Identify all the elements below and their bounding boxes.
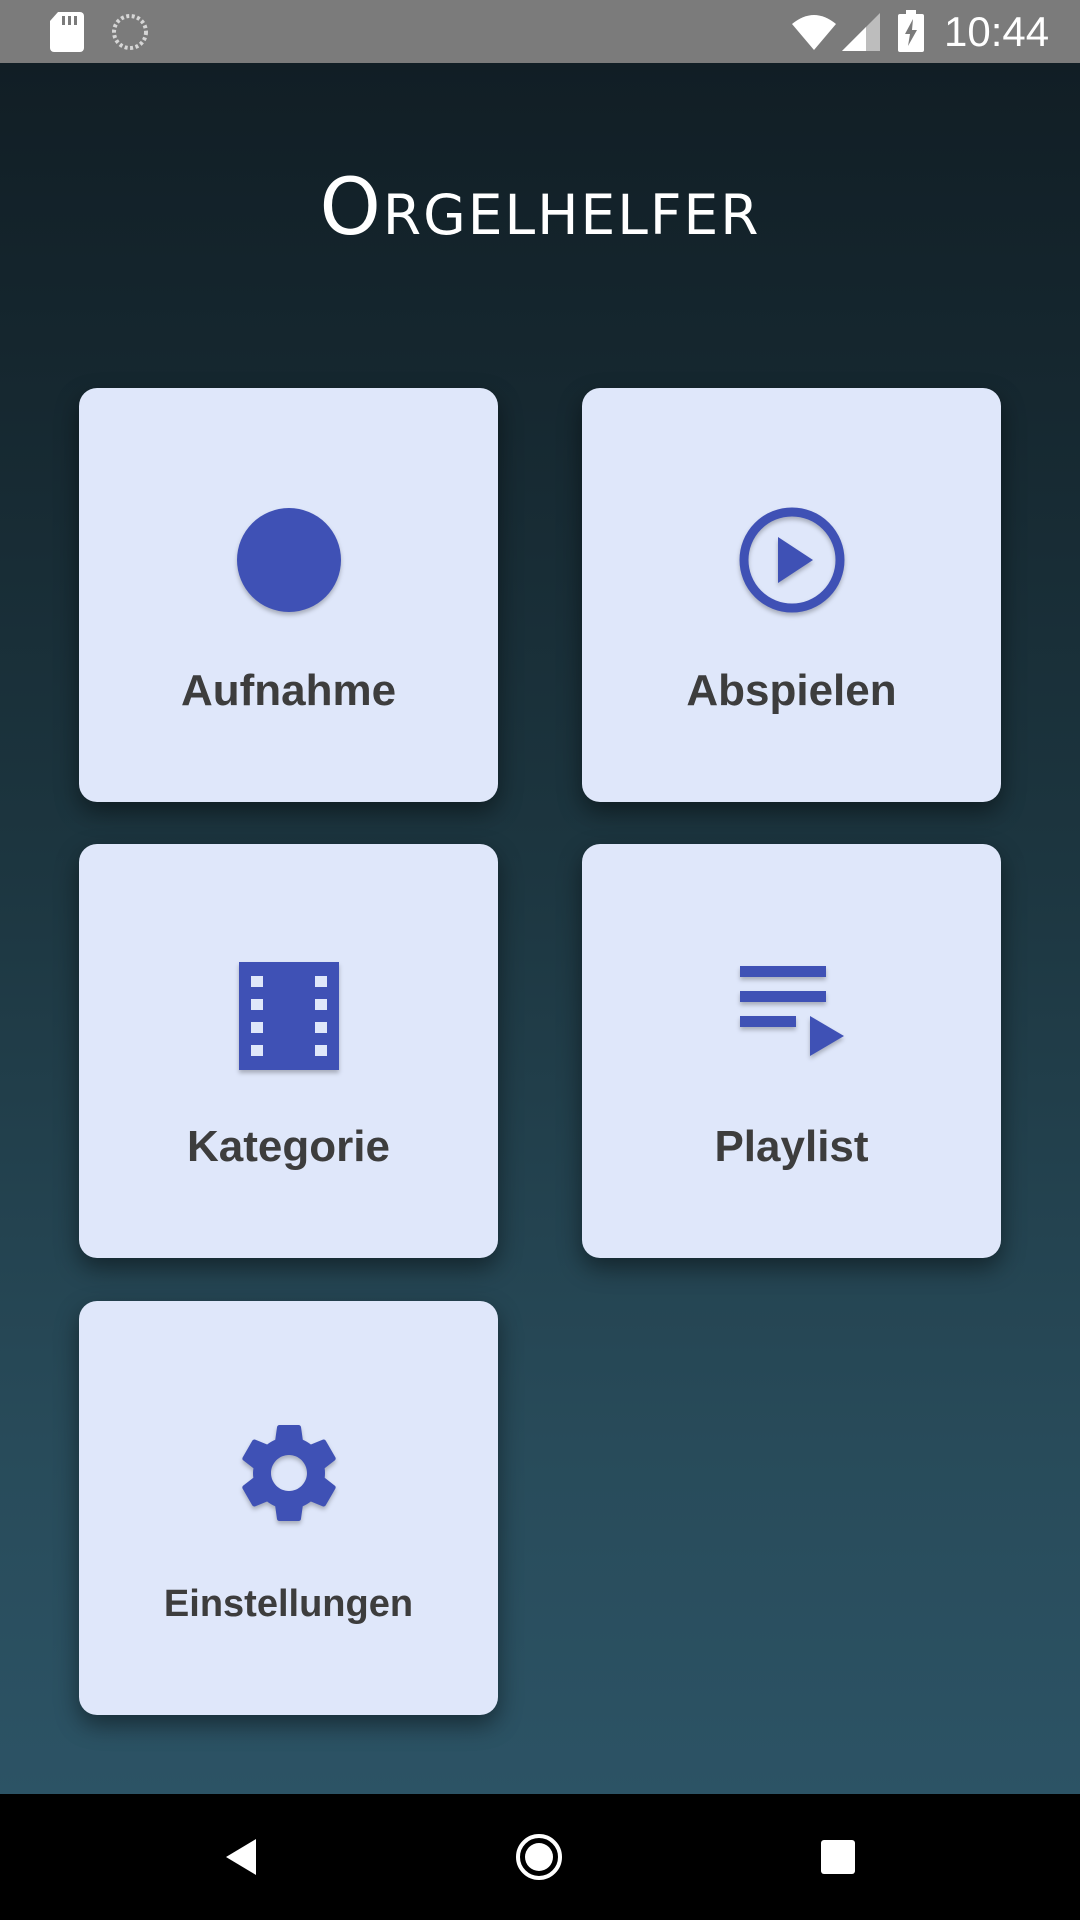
status-clock: 10:44 — [944, 8, 1050, 55]
signal-icon — [842, 13, 880, 51]
home-icon[interactable] — [509, 1827, 569, 1887]
main-screen: Orgelhelfer Aufnahme Abspielen Kategorie… — [0, 63, 1080, 1794]
category-tile-label: Kategorie — [187, 1122, 390, 1171]
record-tile[interactable]: Aufnahme — [79, 388, 498, 802]
play-tile[interactable]: Abspielen — [582, 388, 1001, 802]
record-tile-label: Aufnahme — [180, 666, 397, 715]
navigation-bar — [0, 1794, 1080, 1920]
gear-icon — [229, 1413, 349, 1533]
category-tile[interactable]: Kategorie — [79, 844, 498, 1258]
settings-tile[interactable]: Einstellungen — [79, 1301, 498, 1715]
playlist-tile-label: Playlist — [714, 1122, 869, 1171]
back-icon[interactable] — [212, 1827, 272, 1887]
status-bar: 10:44 — [0, 0, 1080, 63]
settings-tile-label: Einstellungen — [163, 1583, 414, 1625]
movie-icon — [229, 956, 349, 1076]
play-circle-icon — [732, 500, 852, 620]
recents-icon[interactable] — [808, 1827, 868, 1887]
app-title: Orgelhelfer — [319, 163, 761, 253]
playlist-tile[interactable]: Playlist — [582, 844, 1001, 1258]
play-tile-label: Abspielen — [686, 666, 897, 715]
playlist-play-icon — [732, 956, 852, 1076]
sync-icon — [110, 12, 150, 52]
battery-charging-icon — [898, 10, 924, 52]
record-icon — [229, 500, 349, 620]
wifi-icon — [790, 12, 838, 52]
sd-card-icon — [50, 12, 84, 52]
